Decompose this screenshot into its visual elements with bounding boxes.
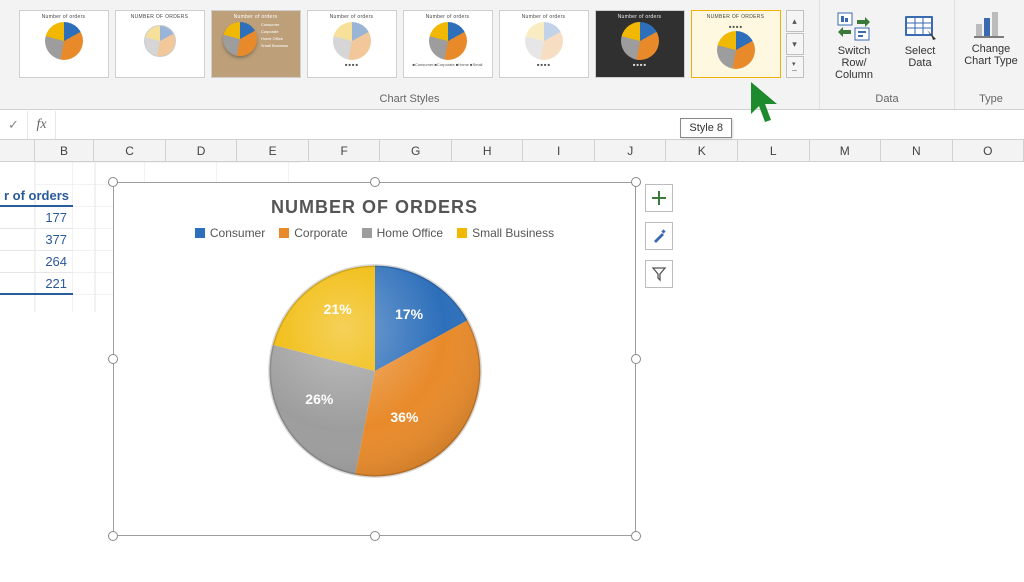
chart-styles-button[interactable]: [645, 222, 673, 250]
embedded-chart[interactable]: NUMBER OF ORDERS Consumer Corporate Home…: [113, 182, 636, 536]
gallery-scroll: ▴ ▾ ▾─: [786, 10, 804, 79]
col-head-K[interactable]: K: [666, 140, 738, 162]
formula-input[interactable]: [56, 110, 1024, 139]
switch-row-column-button[interactable]: Switch Row/ Column: [826, 10, 882, 83]
worksheet-grid: B C D E F G H I J K L M N O r of orders: [0, 140, 1024, 582]
data-group-label: Data: [875, 91, 898, 107]
pie-icon: [223, 22, 257, 56]
chart-elements-button[interactable]: [645, 184, 673, 212]
chart-style-2[interactable]: NUMBER OF ORDERS: [115, 10, 205, 78]
select-data-icon: [903, 12, 937, 42]
swatch-icon: [457, 228, 467, 238]
resize-handle-tl[interactable]: [108, 177, 118, 187]
orders-value-2[interactable]: 377: [0, 229, 73, 251]
type-group-label: Type: [979, 91, 1003, 107]
orders-data-column: r of orders 177 377 264 221: [0, 186, 73, 295]
pie-icon: [333, 22, 371, 60]
formula-bar: ✓ fx: [0, 110, 1024, 140]
pie-chart[interactable]: 17% 36% 26% 21%: [260, 256, 490, 486]
pie-icon: [525, 22, 563, 60]
col-head-O[interactable]: O: [953, 140, 1024, 162]
chart-styles-group: Number of orders NUMBER OF ORDERS Number…: [0, 0, 820, 109]
chart-filters-button[interactable]: [645, 260, 673, 288]
resize-handle-tm[interactable]: [370, 177, 380, 187]
col-head-blank[interactable]: [0, 140, 35, 162]
resize-handle-mr[interactable]: [631, 354, 641, 364]
chart-styles-gallery: Number of orders NUMBER OF ORDERS Number…: [16, 4, 804, 79]
orders-value-1[interactable]: 177: [0, 207, 73, 229]
pie-label-home-office: 26%: [305, 391, 333, 407]
brush-icon: [651, 228, 667, 244]
resize-handle-tr[interactable]: [631, 177, 641, 187]
col-head-J[interactable]: J: [595, 140, 667, 162]
col-head-N[interactable]: N: [881, 140, 953, 162]
change-chart-type-button[interactable]: Change Chart Type: [961, 4, 1021, 69]
plus-icon: [651, 190, 667, 206]
column-headers: B C D E F G H I J K L M N O: [0, 140, 1024, 162]
swatch-icon: [195, 228, 205, 238]
legend-item-consumer: Consumer: [195, 226, 265, 240]
type-group: Change Chart Type Type: [955, 0, 1024, 109]
orders-header[interactable]: r of orders: [0, 186, 73, 207]
chart-type-icon: [974, 10, 1008, 40]
swatch-icon: [279, 228, 289, 238]
chart-style-6[interactable]: Number of orders ■ ■ ■ ■: [499, 10, 589, 78]
funnel-icon: [651, 266, 667, 282]
pie-svg: [260, 256, 490, 486]
legend-item-small-business: Small Business: [457, 226, 554, 240]
chart-style-3[interactable]: Number of orders ConsumerCorporateHome O…: [211, 10, 301, 78]
chart-element-buttons: [645, 184, 673, 288]
chart-styles-label: Chart Styles: [380, 91, 440, 107]
gallery-scroll-down[interactable]: ▾: [786, 33, 804, 55]
orders-value-3[interactable]: 264: [0, 251, 73, 273]
chart-style-4[interactable]: Number of orders ■ ■ ■ ■: [307, 10, 397, 78]
resize-handle-bm[interactable]: [370, 531, 380, 541]
chart-style-8[interactable]: NUMBER OF ORDERS ■ ■ ■ ■: [691, 10, 781, 78]
pie-icon: [45, 22, 83, 60]
pie-icon: [429, 22, 467, 60]
col-head-H[interactable]: H: [452, 140, 524, 162]
style-tooltip: Style 8: [680, 118, 732, 138]
col-head-E[interactable]: E: [237, 140, 309, 162]
chart-style-5[interactable]: Number of orders ■Consumer ■Corporate ■H…: [403, 10, 493, 78]
resize-handle-br[interactable]: [631, 531, 641, 541]
legend-item-home-office: Home Office: [362, 226, 443, 240]
pie-label-small-business: 21%: [324, 301, 352, 317]
col-head-G[interactable]: G: [380, 140, 452, 162]
orders-value-4[interactable]: 221: [0, 273, 73, 295]
formula-confirm-icon[interactable]: ✓: [0, 111, 28, 139]
chart-style-7[interactable]: Number of orders ■ ■ ■ ■: [595, 10, 685, 78]
ribbon: Number of orders NUMBER OF ORDERS Number…: [0, 0, 1024, 110]
select-data-button[interactable]: Select Data: [892, 10, 948, 83]
gallery-scroll-more[interactable]: ▾─: [786, 56, 804, 78]
pie-icon: [621, 22, 659, 60]
col-head-M[interactable]: M: [810, 140, 882, 162]
chart-style-1[interactable]: Number of orders: [19, 10, 109, 78]
annotation-cursor-arrow: [745, 80, 785, 132]
pie-label-corporate: 36%: [390, 409, 418, 425]
col-head-B[interactable]: B: [35, 140, 95, 162]
legend-item-corporate: Corporate: [279, 226, 347, 240]
chart-title[interactable]: NUMBER OF ORDERS: [114, 197, 635, 218]
col-head-C[interactable]: C: [94, 140, 166, 162]
fx-button[interactable]: fx: [28, 111, 56, 139]
data-group: Switch Row/ Column Select Data Data: [820, 0, 955, 109]
resize-handle-bl[interactable]: [108, 531, 118, 541]
pie-icon: [141, 22, 179, 60]
pie-label-consumer: 17%: [395, 306, 423, 322]
col-head-I[interactable]: I: [523, 140, 595, 162]
pie-icon: [717, 31, 755, 69]
col-head-D[interactable]: D: [166, 140, 238, 162]
chart-legend[interactable]: Consumer Corporate Home Office Small Bus…: [114, 226, 635, 240]
col-head-L[interactable]: L: [738, 140, 810, 162]
swatch-icon: [362, 228, 372, 238]
resize-handle-ml[interactable]: [108, 354, 118, 364]
switch-icon: [837, 12, 871, 42]
col-head-F[interactable]: F: [309, 140, 381, 162]
gallery-scroll-up[interactable]: ▴: [786, 10, 804, 32]
